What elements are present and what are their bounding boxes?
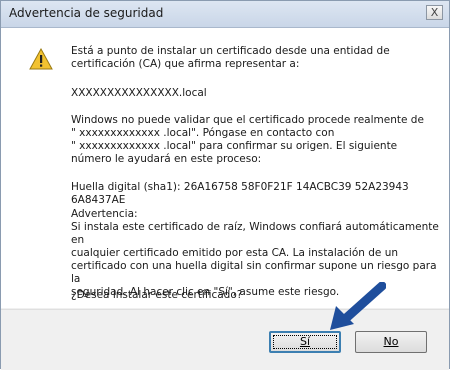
warning-triangle-icon — [29, 48, 53, 70]
warning-line: Si instala este certificado de raíz, Win… — [71, 221, 439, 246]
message-area: Está a punto de instalar un certificado … — [1, 28, 449, 308]
focus-ring — [273, 335, 337, 349]
validation-line: número le ayudará en este proceso: — [71, 153, 262, 165]
title-bar: Advertencia de seguridad X — [1, 1, 449, 28]
intro-text: Está a punto de instalar un certificado … — [71, 45, 441, 71]
close-button[interactable]: X — [426, 5, 443, 20]
warning-line: cualquier certificado emitido por esta C… — [71, 247, 399, 259]
no-button[interactable]: No — [355, 331, 427, 353]
no-button-label: No — [383, 335, 399, 348]
thumbprint-text: Huella digital (sha1): 26A16758 58F0F21F… — [71, 181, 409, 206]
validation-line: Windows no puede validar que el certific… — [71, 114, 424, 126]
validation-line: " xxxxxxxxxxxxx .local" para confirmar s… — [71, 140, 398, 152]
domain-name: XXXXXXXXXXXXXXX.local — [71, 87, 207, 99]
intro-line: Está a punto de instalar un certificado … — [71, 45, 390, 57]
yes-button[interactable]: Sí — [269, 331, 341, 353]
intro-line: certificación (CA) que afirma representa… — [71, 58, 300, 70]
arrow-icon — [330, 282, 386, 330]
validation-text: Windows no puede validar que el certific… — [71, 114, 441, 166]
window-title: Advertencia de seguridad — [9, 6, 164, 20]
validation-line: " xxxxxxxxxxxxx .local". Póngase en cont… — [71, 127, 335, 139]
warning-heading: Advertencia: — [71, 208, 138, 220]
